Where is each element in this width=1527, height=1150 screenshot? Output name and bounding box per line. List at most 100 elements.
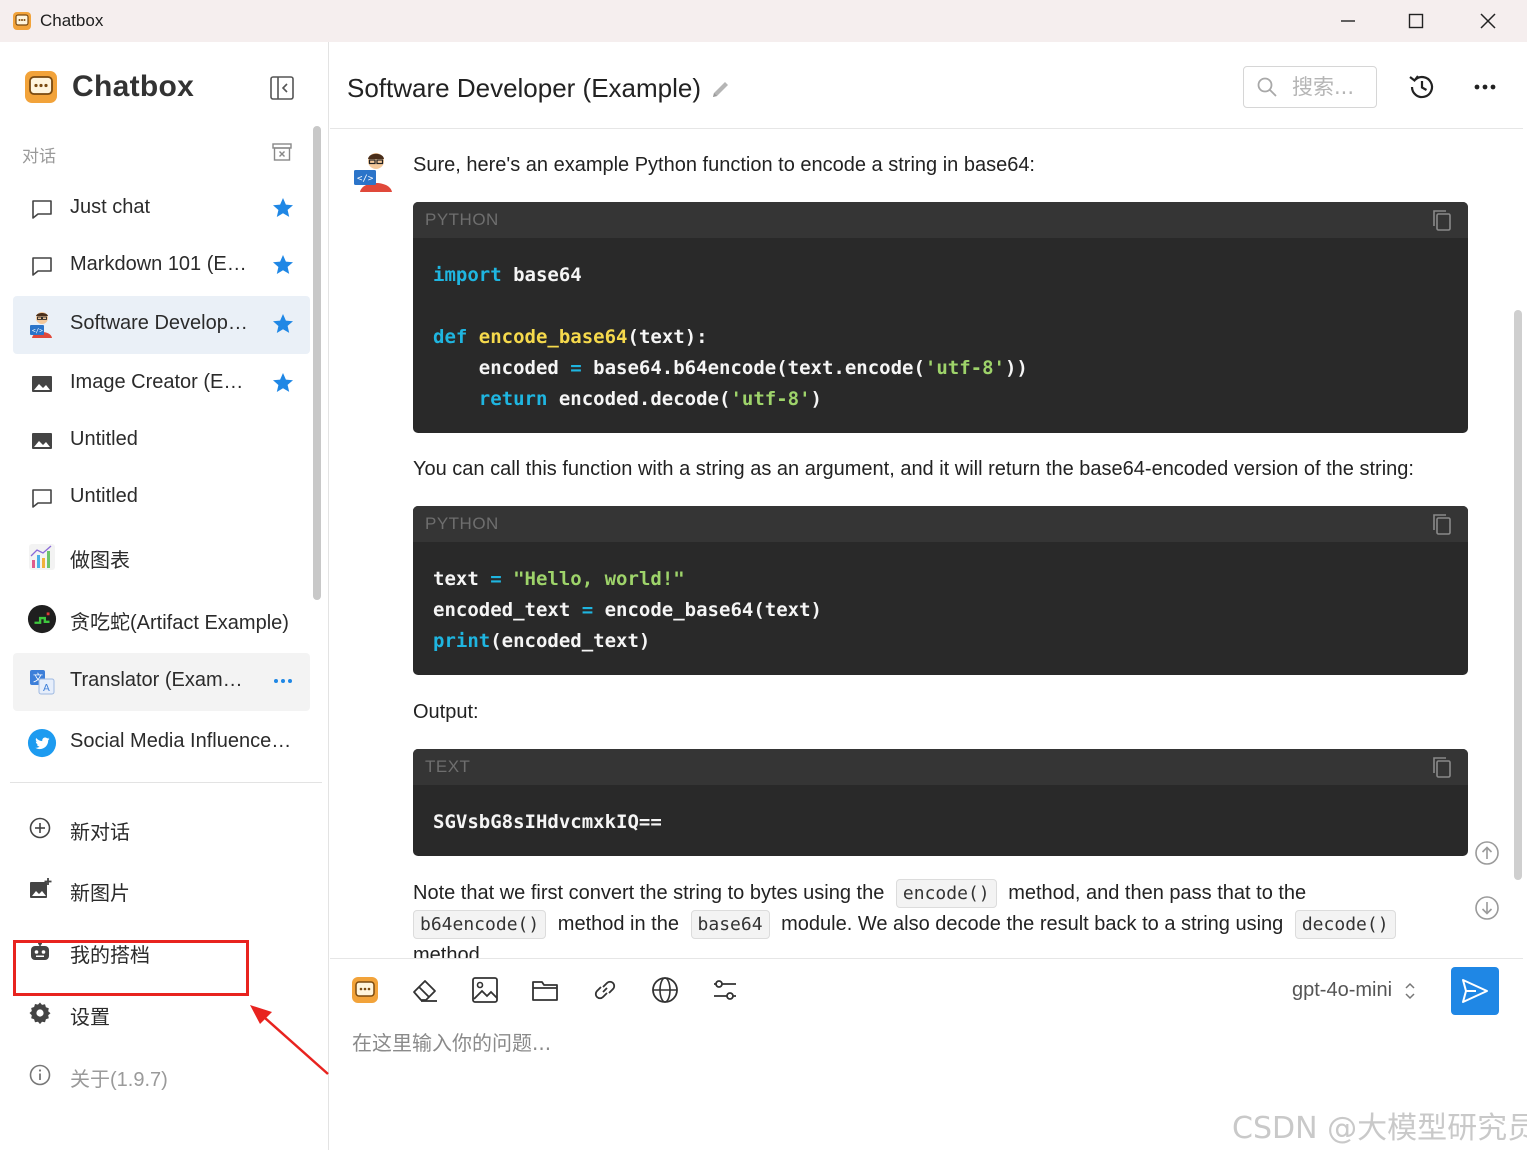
title-bar: Chatbox	[0, 0, 1527, 42]
close-button[interactable]	[1454, 0, 1522, 42]
code-language-label: PYTHON	[425, 514, 499, 533]
conversation-label: Just chat	[70, 196, 151, 218]
copy-icon[interactable]	[1430, 512, 1454, 536]
twitter-avatar-icon	[27, 728, 57, 758]
conversations-section-label: 对话	[22, 147, 56, 166]
conversation-label: Translator (Exam…	[70, 669, 243, 691]
gear-icon	[27, 1000, 53, 1026]
conversation-item[interactable]: Untitled	[13, 412, 310, 470]
note-text: Note that we first convert the string to…	[413, 882, 885, 904]
chatbox-logo-icon	[352, 977, 378, 1003]
conversation-item[interactable]: Just chat	[13, 180, 310, 238]
conversation-item[interactable]: 贪吃蛇(Artifact Example)	[13, 590, 310, 648]
scroll-down-icon[interactable]	[1474, 895, 1500, 921]
attach-file-button[interactable]	[528, 973, 562, 1007]
copy-icon[interactable]	[1430, 755, 1454, 779]
settings-label: 设置	[70, 1007, 110, 1029]
web-search-button[interactable]	[648, 973, 682, 1007]
page-title: Software Developer (Example)	[347, 73, 702, 103]
conversation-item[interactable]: Markdown 101 (E…	[13, 237, 310, 295]
sidebar-divider	[10, 782, 322, 783]
chat-bubble-icon	[27, 194, 57, 224]
history-button[interactable]	[1407, 72, 1437, 102]
chat-bubble-icon	[27, 483, 57, 513]
svg-text:A: A	[43, 683, 50, 694]
maximize-button[interactable]	[1382, 0, 1450, 42]
scroll-up-icon[interactable]	[1474, 840, 1500, 866]
chat-settings-button[interactable]	[708, 973, 742, 1007]
more-menu-button[interactable]	[1470, 72, 1500, 102]
conversation-label: Untitled	[70, 485, 138, 507]
minimize-icon	[1341, 20, 1355, 22]
add-image-icon	[27, 876, 53, 902]
new-chat-label: 新对话	[70, 822, 130, 844]
sidebar-scrollbar[interactable]	[313, 126, 321, 600]
attach-image-button[interactable]	[468, 973, 502, 1007]
maximize-icon	[1408, 13, 1424, 29]
conversation-label: Software Develop…	[70, 312, 248, 334]
conversation-item-hover[interactable]: 文 A Translator (Exam…	[13, 653, 310, 711]
collapse-sidebar-button[interactable]	[268, 74, 296, 102]
more-options-icon[interactable]	[271, 669, 295, 693]
chevron-up-down-icon[interactable]	[1403, 980, 1417, 1002]
chat-bubble-icon	[27, 251, 57, 281]
conversation-item[interactable]: 做图表	[13, 528, 310, 586]
main-scrollbar[interactable]	[1514, 310, 1522, 880]
send-button[interactable]	[1451, 967, 1499, 1015]
translate-avatar-icon: 文 A	[27, 667, 57, 697]
sliders-icon	[714, 980, 736, 1000]
close-icon	[1480, 13, 1496, 29]
copy-icon[interactable]	[1430, 208, 1454, 232]
attach-link-button[interactable]	[588, 973, 622, 1007]
chatbox-settings-button[interactable]	[348, 973, 382, 1007]
note-text: module. We also decode the result back t…	[781, 913, 1284, 935]
image-icon	[472, 977, 498, 1003]
conversation-label: Untitled	[70, 428, 138, 450]
conversation-item[interactable]: Untitled	[13, 469, 310, 527]
brand: Chatbox	[24, 70, 194, 104]
clear-context-button[interactable]	[408, 973, 442, 1007]
svg-text:</>: </>	[32, 328, 43, 335]
new-chat-button[interactable]: 新对话	[13, 802, 310, 854]
sidebar-collapse-icon	[270, 76, 294, 100]
svg-text:</>: </>	[357, 174, 374, 184]
star-icon[interactable]	[271, 312, 295, 336]
watermark: CSDN @大模型研究员	[1232, 1111, 1527, 1146]
more-horizontal-icon	[1474, 84, 1496, 90]
code-block-python-1: PYTHON import base64 def encode_base64(t…	[413, 202, 1468, 433]
model-selector[interactable]: gpt-4o-mini	[1292, 979, 1392, 1002]
new-image-button[interactable]: 新图片	[13, 863, 310, 915]
conversation-header: Software Developer (Example)	[330, 42, 1523, 129]
image-icon	[27, 426, 57, 456]
about-label: 关于(1.9.7)	[70, 1069, 168, 1091]
archive-delete-icon	[272, 143, 292, 161]
message-text: method.	[413, 944, 486, 958]
conversation-item[interactable]: Social Media Influence…	[13, 714, 310, 772]
pencil-icon[interactable]	[710, 78, 732, 100]
developer-avatar-icon: </>	[354, 153, 392, 192]
conversation-item-active[interactable]: </> Software Develop…	[13, 296, 310, 354]
search-box[interactable]	[1243, 66, 1377, 108]
brand-name: Chatbox	[72, 70, 195, 103]
code-language-label: PYTHON	[425, 210, 499, 229]
code-content: text = "Hello, world!" encoded_text = en…	[433, 568, 822, 652]
snake-avatar-icon	[27, 604, 57, 634]
developer-avatar-icon: </>	[27, 310, 57, 340]
star-icon[interactable]	[271, 253, 295, 277]
annotation-arrow-icon	[250, 1005, 329, 1075]
eraser-icon	[413, 980, 437, 1002]
star-icon[interactable]	[271, 196, 295, 220]
minimize-button[interactable]	[1314, 0, 1382, 42]
conversation-label: 做图表	[70, 550, 130, 572]
search-input[interactable]	[1292, 74, 1372, 100]
add-circle-icon	[27, 815, 53, 841]
history-icon	[1409, 75, 1434, 99]
code-header: TEXT	[413, 749, 1468, 785]
code-block-text: TEXT SGVsbG8sIHdvcmxkIQ==	[413, 749, 1468, 856]
message-text: Output:	[413, 701, 479, 723]
link-icon	[594, 980, 616, 1000]
clear-conversations-button[interactable]	[270, 140, 294, 164]
info-icon	[27, 1062, 53, 1088]
conversation-item[interactable]: Image Creator (E…	[13, 355, 310, 413]
star-icon[interactable]	[271, 371, 295, 395]
